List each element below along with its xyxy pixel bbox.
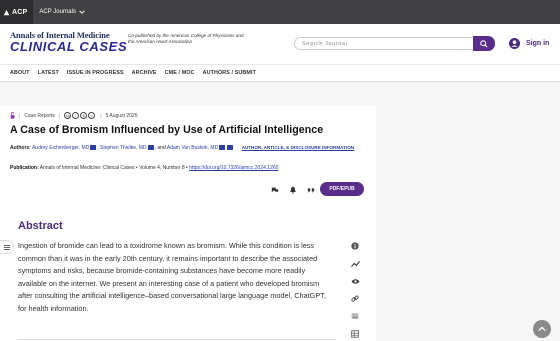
article-tools xyxy=(268,183,322,196)
site-header: Annals of Internal Medicine CLINICAL CAS… xyxy=(0,24,560,64)
chevron-up-icon xyxy=(538,326,546,332)
search-icon xyxy=(480,39,488,48)
toc-toggle-button[interactable] xyxy=(0,240,14,254)
email-icon[interactable] xyxy=(227,145,234,150)
share-link-button[interactable] xyxy=(350,294,360,304)
tables-button[interactable] xyxy=(350,329,360,339)
copublished-note: Co-published by the American College of … xyxy=(128,33,244,44)
scroll-to-top-button[interactable] xyxy=(533,320,551,338)
article-date: 5 August 2025 xyxy=(105,112,138,119)
acp-journals-label: ACP Journals xyxy=(39,9,76,15)
citation-button[interactable] xyxy=(304,183,317,196)
logo-line2: CLINICAL CASES xyxy=(10,39,128,54)
by-icon: i xyxy=(72,112,80,119)
abstract-heading: Abstract xyxy=(18,220,63,232)
sign-in-label: Sign in xyxy=(526,40,550,47)
email-icon[interactable] xyxy=(147,145,154,150)
metrics-button[interactable] xyxy=(350,259,360,269)
table-icon xyxy=(351,329,359,338)
trend-chart-icon xyxy=(350,260,360,267)
nav-archive[interactable]: ARCHIVE xyxy=(132,70,157,76)
cite-button[interactable] xyxy=(268,183,281,196)
article-title: A Case of Bromism Influenced by Use of A… xyxy=(10,124,324,136)
acp-journals-dropdown[interactable]: ACP Journals xyxy=(33,9,85,15)
email-icon[interactable] xyxy=(219,145,226,150)
author-list: Authors: Audrey Eichenberger, MD, Stephe… xyxy=(10,145,355,151)
user-icon xyxy=(509,38,520,49)
bell-icon xyxy=(289,186,296,194)
author-link[interactable]: Audrey Eichenberger, MD xyxy=(32,145,89,151)
acp-brand-label: ACP xyxy=(12,8,28,16)
nav-authors-submit[interactable]: AUTHORS / SUBMIT xyxy=(203,70,256,76)
affiliations-link[interactable]: AUTHOR, ARTICLE, & DISCLOSURE INFORMATIO… xyxy=(242,145,355,150)
abstract-text: Ingestion of bromide can lead to a toxid… xyxy=(18,241,326,313)
cc-icon: cc xyxy=(64,112,72,119)
alert-button[interactable] xyxy=(286,183,299,196)
article-type[interactable]: Case Reports xyxy=(24,113,55,119)
and-text: , and xyxy=(154,145,166,151)
meta-separator: | xyxy=(19,112,21,119)
publication-label: Publication: xyxy=(10,165,39,171)
article-meta: | Case Reports | cc i $ = | 5 August 202… xyxy=(10,112,138,119)
info-icon xyxy=(351,242,359,250)
pdf-epub-button[interactable]: PDF/EPUB xyxy=(320,182,364,196)
view-button[interactable] xyxy=(350,276,360,286)
publication-info: Publication: Annals of Internal Medicine… xyxy=(10,165,278,171)
doi-link[interactable]: https://doi.org/10.7326/aimcc.2024.1260 xyxy=(189,165,278,171)
nc-icon: $ xyxy=(80,112,88,119)
double-quote-icon xyxy=(307,187,314,192)
nav-latest[interactable]: LATEST xyxy=(38,70,59,76)
eye-icon xyxy=(350,278,360,284)
license-icons[interactable]: cc i $ = xyxy=(64,112,96,119)
figures-button[interactable] xyxy=(350,311,360,321)
chevron-down-icon xyxy=(79,10,85,14)
volume-info[interactable]: Volume 4, Number 8 xyxy=(139,165,185,171)
journal-logo[interactable]: Annals of Internal Medicine CLINICAL CAS… xyxy=(10,31,127,54)
acp-top-bar: ACP ACP Journals xyxy=(0,0,560,24)
quote-tool-icon xyxy=(271,187,278,192)
journal-name[interactable]: Annals of Internal Medicine: Clinical Ca… xyxy=(40,165,135,171)
acp-logo-icon xyxy=(3,9,10,15)
email-icon[interactable] xyxy=(90,145,97,150)
sign-in-link[interactable]: Sign in xyxy=(509,38,549,49)
author-link[interactable]: Adam Van Buskirk, MD xyxy=(167,145,218,151)
search-input[interactable]: Search Journal xyxy=(294,37,474,50)
author-link[interactable]: Stephen Thielke, MD xyxy=(100,145,147,151)
open-access-icon xyxy=(10,112,15,119)
link-icon xyxy=(351,295,359,302)
main-nav: ABOUT LATEST ISSUE IN PROGRESS ARCHIVE C… xyxy=(0,64,560,82)
nav-issue-in-progress[interactable]: ISSUE IN PROGRESS xyxy=(67,70,124,76)
meta-separator: | xyxy=(100,112,102,119)
menu-icon xyxy=(3,244,10,250)
nav-cme-moc[interactable]: CME / MOC xyxy=(165,70,195,76)
nd-icon: = xyxy=(88,112,96,119)
side-tool-rail xyxy=(345,241,365,341)
meta-separator: | xyxy=(58,112,61,119)
info-button[interactable] xyxy=(350,241,360,251)
image-icon xyxy=(351,313,359,319)
nav-about[interactable]: ABOUT xyxy=(10,70,30,76)
acp-home-link[interactable]: ACP xyxy=(0,0,34,24)
section-divider xyxy=(18,339,336,340)
search-button[interactable] xyxy=(473,36,495,51)
authors-label: Authors: xyxy=(10,145,31,151)
